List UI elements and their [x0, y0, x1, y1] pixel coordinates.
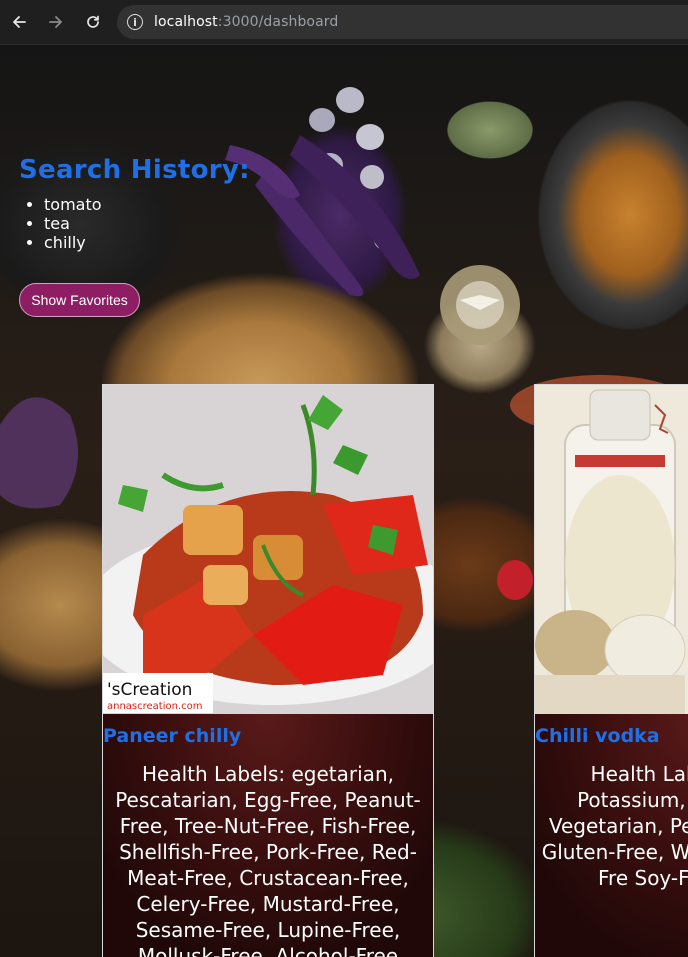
svg-text:'sCreation: 'sCreation [107, 680, 192, 700]
forward-arrow-icon[interactable] [38, 4, 74, 40]
recipe-image[interactable]: 'sCreation annascreation.com [103, 385, 433, 714]
url-text[interactable]: localhost:3000/dashboard [154, 14, 338, 30]
search-history-title: Search History: [19, 155, 250, 185]
reload-icon[interactable] [75, 4, 111, 40]
svg-text:annascreation.com: annascreation.com [107, 701, 203, 712]
recipe-title[interactable]: Chilli vodka [535, 725, 660, 747]
back-arrow-icon[interactable] [1, 4, 37, 40]
recipe-title[interactable]: Paneer chilly [103, 725, 241, 747]
address-bar[interactable]: i localhost:3000/dashboard [117, 5, 688, 39]
browser-toolbar: i localhost:3000/dashboard [0, 0, 688, 45]
recipe-card[interactable]: 'sCreation annascreation.com Paneer chil… [102, 384, 434, 957]
history-item[interactable]: tea [44, 214, 250, 233]
recipe-image[interactable] [535, 385, 688, 714]
health-labels: Health Labels: Low Potassium, Keto-Frien… [541, 762, 688, 890]
recipe-card[interactable]: Chilli vodka Health Labels: Low Potassiu… [534, 384, 688, 957]
history-item[interactable]: chilly [44, 233, 250, 252]
site-info-icon[interactable]: i [127, 14, 143, 30]
search-history-list: tomato tea chilly [19, 195, 250, 252]
search-history-section: Search History: tomato tea chilly [19, 155, 250, 252]
dashboard-page: Search History: tomato tea chilly Show F… [0, 45, 688, 957]
health-labels: Health Labels: egetarian, Pescatarian, E… [115, 762, 421, 957]
show-favorites-button[interactable]: Show Favorites [19, 283, 140, 317]
history-item[interactable]: tomato [44, 195, 250, 214]
